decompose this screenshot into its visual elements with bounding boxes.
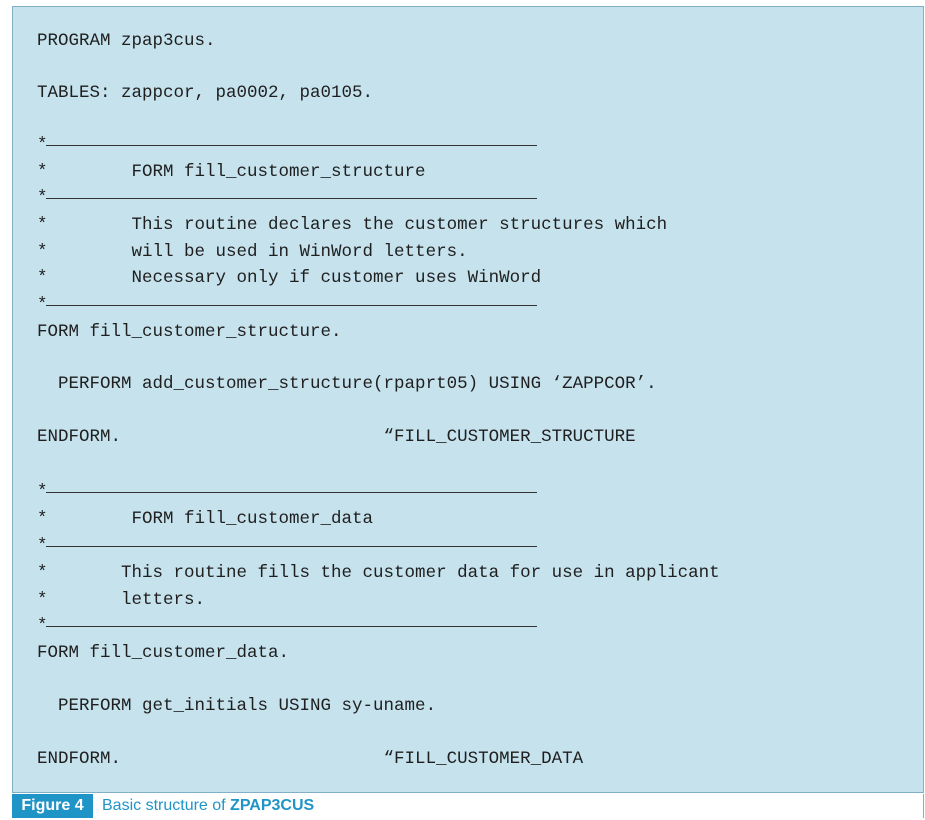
- figure-label: Figure 4: [12, 794, 93, 818]
- code-line: PROGRAM zpap3cus.: [37, 31, 216, 51]
- code-line: FORM fill_customer_structure.: [37, 322, 342, 342]
- code-line: * This routine fills the customer data f…: [37, 563, 720, 583]
- code-line: * Necessary only if customer uses WinWor…: [37, 268, 542, 288]
- comment-rule: [46, 626, 537, 628]
- caption-program-name: ZPAP3CUS: [230, 797, 315, 814]
- code-line: * FORM fill_customer_data: [37, 509, 374, 529]
- code-listing: PROGRAM zpap3cus. TABLES: zappcor, pa000…: [12, 6, 924, 793]
- code-line: PERFORM add_customer_structure(rpaprt05)…: [37, 374, 657, 394]
- figure-caption: Figure 4 Basic structure of ZPAP3CUS: [12, 794, 924, 818]
- comment-rule: [46, 492, 537, 494]
- code-line: * This routine declares the customer str…: [37, 215, 668, 235]
- code-line: ENDFORM. “FILL_CUSTOMER_DATA: [37, 749, 584, 769]
- code-line: * FORM fill_customer_structure: [37, 162, 426, 182]
- comment-rule: [46, 145, 537, 147]
- figure-caption-text: Basic structure of ZPAP3CUS: [102, 794, 314, 818]
- code-line: ENDFORM. “FILL_CUSTOMER_STRUCTURE: [37, 427, 636, 447]
- code-line: PERFORM get_initials USING sy-uname.: [37, 696, 437, 716]
- comment-rule: [46, 546, 537, 548]
- comment-rule: [46, 198, 537, 200]
- code-line: FORM fill_customer_data.: [37, 643, 290, 663]
- comment-rule: [46, 305, 537, 307]
- caption-text: Basic structure of: [102, 797, 231, 814]
- code-line: TABLES: zappcor, pa0002, pa0105.: [37, 83, 374, 103]
- code-line: * will be used in WinWord letters.: [37, 242, 468, 262]
- code-line: * letters.: [37, 590, 206, 610]
